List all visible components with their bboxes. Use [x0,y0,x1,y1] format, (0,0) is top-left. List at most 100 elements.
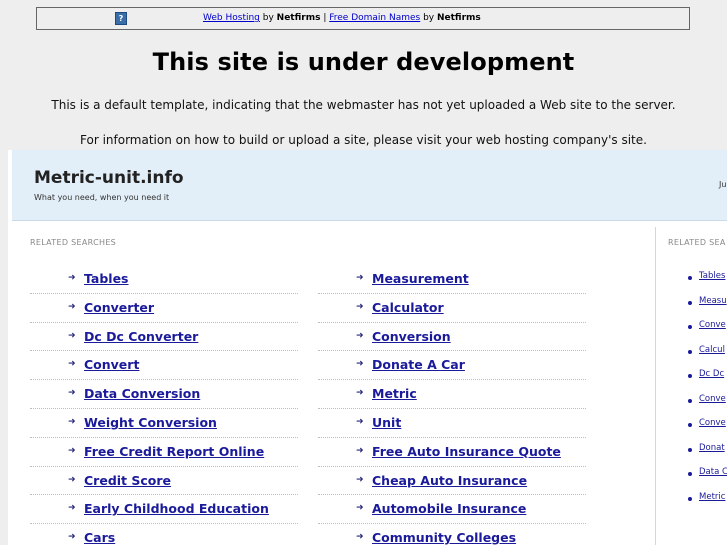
sidebar-list-item: Donat [688,442,727,467]
bullet-icon [688,325,692,329]
arrow-icon: ➜ [68,301,76,312]
list-item: ➜ Unit [318,409,586,438]
bullet-icon [688,349,692,354]
site-date: Ju [719,180,727,189]
related-search-link[interactable]: Cheap Auto Insurance [372,473,527,488]
bullet-icon [688,447,692,452]
list-item: ➜ Measurement [318,265,586,294]
list-item: ➜ Converter [30,294,298,323]
arrow-icon: ➜ [356,503,364,514]
related-searches-middle-column: ➜ Measurement ➜ Calculator ➜ Conversion ➜ Donat… [318,265,586,545]
list-item: ➜ Dc Dc Converter [30,323,298,352]
sidebar-search-link[interactable]: Tables [699,271,725,281]
related-searches-sidebar: Tables Measu Conve Calcul Dc Dc Conve Conve Don… [688,270,727,515]
list-item: ➜ Calculator [318,294,586,323]
site-title[interactable]: Metric-unit.info [34,168,184,188]
related-search-link[interactable]: Free Credit Report Online [84,444,264,459]
related-search-link[interactable]: Calculator [372,300,444,315]
arrow-icon: ➜ [356,532,364,543]
arrow-icon: ➜ [68,330,76,341]
related-search-link[interactable]: Measurement [372,271,469,286]
list-item: ➜ Tables [30,265,298,294]
related-search-link[interactable]: Data Conversion [84,386,200,401]
list-item: ➜ Community Colleges [318,524,586,545]
sidebar-search-link[interactable]: Calcul [699,345,725,355]
related-search-link[interactable]: Convert [84,357,139,372]
bullet-icon [688,276,692,280]
arrow-icon: ➜ [356,330,364,341]
sidebar-list-item: Measu [688,295,727,320]
list-item: ➜ Cheap Auto Insurance [318,467,586,496]
hosting-info-notice: For information on how to build or uploa… [80,133,647,147]
arrow-icon: ➜ [68,416,76,427]
sidebar-list-item: Dc Dc [688,368,727,393]
free-domain-names-link[interactable]: Free Domain Names [329,13,420,23]
list-item: ➜ Metric [318,380,586,409]
banner-by-text-2: by [420,13,437,23]
related-search-link[interactable]: Unit [372,415,401,430]
list-item: ➜ Donate A Car [318,351,586,381]
sidebar-search-link[interactable]: Donat [699,443,725,453]
page-headline: This site is under development [152,48,575,76]
sidebar-list-item: Conve [688,319,727,344]
related-search-link[interactable]: Free Auto Insurance Quote [372,444,561,459]
sidebar-search-link[interactable]: Conve [699,418,726,428]
related-searches-label: RELATED SEARCHES [30,238,117,247]
arrow-icon: ➜ [356,301,364,312]
arrow-icon: ➜ [68,445,76,456]
banner-separator: | [320,13,330,23]
list-item: ➜ Conversion [318,323,586,352]
related-search-link[interactable]: Dc Dc Converter [84,329,198,344]
related-searches-label-right: RELATED SEA [668,238,726,247]
banner-brand: Netfirms [276,13,321,23]
sidebar-list-item: Conve [688,417,727,442]
arrow-icon: ➜ [68,503,76,514]
banner-brand-2: Netfirms [436,13,481,23]
bullet-icon [688,300,692,305]
related-search-link[interactable]: Early Childhood Education [84,501,269,516]
related-search-link[interactable]: Tables [84,271,129,286]
sidebar-search-link[interactable]: Conve [699,320,726,330]
related-search-link[interactable]: Cars [84,530,115,545]
related-searches-left-column: ➜ Tables ➜ Converter ➜ Dc Dc Converter ➜ Conver… [30,265,298,545]
related-search-link[interactable]: Credit Score [84,473,171,488]
sidebar-list-item: Calcul [688,344,727,369]
arrow-icon: ➜ [68,388,76,399]
sidebar-list-item: Conve [688,393,727,418]
template-notice: This is a default template, indicating t… [51,98,676,112]
banner-by-text: by [259,13,277,23]
related-search-link[interactable]: Community Colleges [372,530,516,545]
arrow-icon: ➜ [68,359,76,370]
sidebar-search-link[interactable]: Dc Dc [699,369,724,379]
list-item: ➜ Convert [30,351,298,381]
arrow-icon: ➜ [356,416,364,427]
sidebar-list-item: Metric [688,491,727,516]
related-search-link[interactable]: Donate A Car [372,357,465,372]
list-item: ➜ Credit Score [30,467,298,496]
arrow-icon: ➜ [356,388,364,399]
arrow-icon: ➜ [68,474,76,485]
related-search-link[interactable]: Converter [84,300,154,315]
sidebar-search-link[interactable]: Metric [699,492,725,502]
arrow-icon: ➜ [68,532,76,543]
hosting-banner: ? Web Hosting by Netfirms | Free Domain … [36,7,690,30]
sidebar-search-link[interactable]: Conve [699,394,726,404]
arrow-icon: ➜ [356,273,364,283]
sidebar-search-link[interactable]: Data C [699,467,727,477]
parked-page-frame: Metric-unit.info What you need, when you… [8,150,727,545]
list-item: ➜ Automobile Insurance [318,495,586,525]
list-item: ➜ Cars [30,524,298,545]
related-search-link[interactable]: Weight Conversion [84,415,217,430]
sidebar-list-item: Tables [688,270,727,295]
bullet-icon [688,423,692,427]
web-hosting-link[interactable]: Web Hosting [203,13,260,23]
arrow-icon: ➜ [68,273,76,283]
related-search-link[interactable]: Conversion [372,329,451,344]
help-icon[interactable]: ? [115,12,127,25]
site-header: Metric-unit.info What you need, when you… [12,150,727,221]
site-tagline: What you need, when you need it [34,193,170,202]
related-search-link[interactable]: Metric [372,386,417,401]
bullet-icon [688,472,692,476]
sidebar-search-link[interactable]: Measu [699,296,727,306]
related-search-link[interactable]: Automobile Insurance [372,501,526,516]
